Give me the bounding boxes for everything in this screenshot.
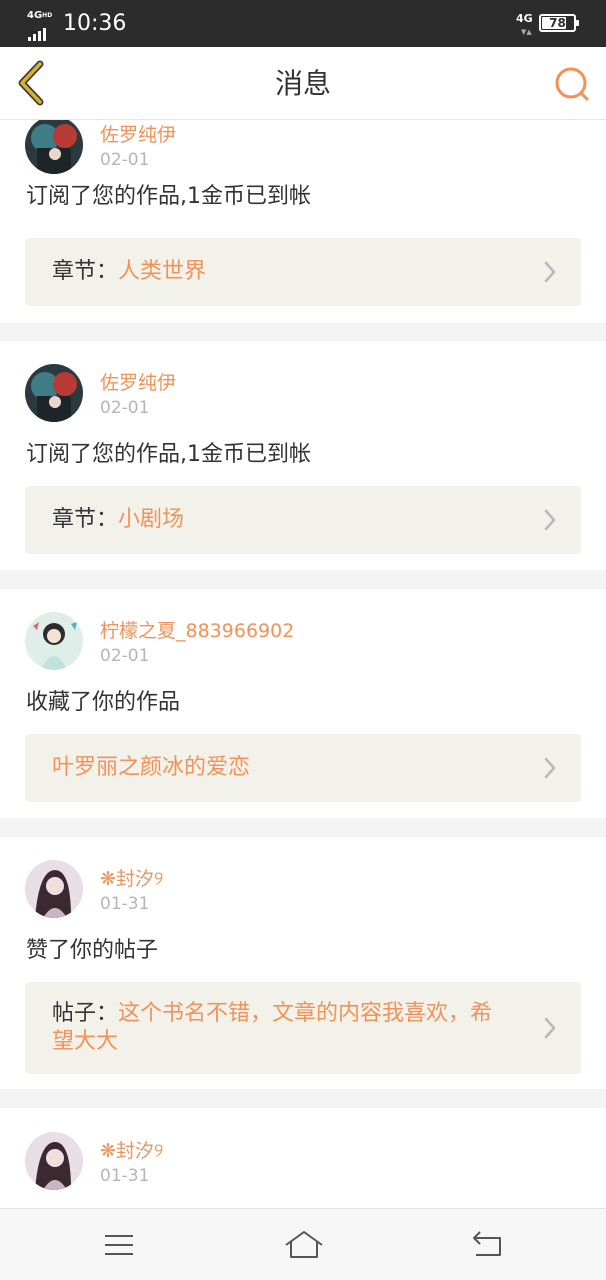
search-icon [555, 67, 589, 101]
message-card: 佐罗纯伊 02-01 订阅了您的作品,1金币已到帐 章节：人类世界 [0, 120, 606, 323]
message-card: ❋封汐୨ 01-31 赞了你的帖子 帖子：这个书名不错，文章的内容我喜欢，希 望… [0, 837, 606, 1089]
return-button[interactable] [470, 1227, 506, 1263]
message-date: 02-01 [100, 150, 150, 170]
home-icon [285, 1231, 323, 1258]
network-hd-badge: HD [42, 12, 53, 19]
reference-item[interactable]: 章节：人类世界 [25, 238, 581, 306]
status-time: 10:36 [63, 11, 127, 36]
chevron-right-icon [544, 1017, 556, 1039]
user-name[interactable]: ❋封汐୨ [100, 1139, 163, 1163]
avatar[interactable] [25, 120, 83, 174]
back-button[interactable] [10, 60, 56, 106]
reference-label: 章节： [52, 259, 119, 284]
battery-icon: 78 [539, 14, 579, 32]
menu-button[interactable] [101, 1227, 137, 1263]
reference-value-line1: 这个书名不错，文章的内容我喜欢，希 [118, 1001, 493, 1026]
message-text: 赞了你的帖子 [26, 938, 159, 963]
reference-item[interactable]: 章节：小剧场 [25, 486, 581, 554]
avatar[interactable] [25, 364, 83, 422]
message-text: 订阅了您的作品,1金币已到帐 [26, 442, 311, 467]
return-icon [473, 1231, 501, 1256]
message-date: 02-01 [100, 646, 150, 666]
message-card: 柠檬之夏_883966902 02-01 收藏了你的作品 叶罗丽之颜冰的爱恋 [0, 589, 606, 818]
nav-bar: 消息 [0, 47, 606, 120]
network-type-right-label: 4G [516, 12, 533, 25]
chevron-right-icon [544, 757, 556, 779]
reference-label: 章节： [52, 507, 119, 532]
message-text: 订阅了您的作品,1金币已到帐 [26, 184, 311, 209]
reference-value: 人类世界 [118, 259, 207, 284]
user-name[interactable]: 佐罗纯伊 [100, 371, 176, 395]
reference-item[interactable]: 叶罗丽之颜冰的爱恋 [25, 734, 581, 802]
system-nav-bar [0, 1208, 606, 1280]
message-card: 佐罗纯伊 02-01 订阅了您的作品,1金币已到帐 章节：小剧场 [0, 341, 606, 570]
page-title: 消息 [274, 67, 331, 100]
network-type-left: 4G [27, 10, 43, 21]
message-text: 收藏了你的作品 [26, 690, 181, 715]
reference-value: 叶罗丽之颜冰的爱恋 [52, 755, 251, 780]
signal-bars-icon [28, 22, 48, 41]
status-bar: 4GHD 10:36 4G ▼▲ 78 [0, 0, 606, 47]
message-date: 01-31 [100, 894, 150, 914]
avatar[interactable] [25, 612, 83, 670]
chevron-right-icon [544, 509, 556, 531]
reference-label: 帖子： [52, 1001, 119, 1026]
user-name[interactable]: ❋封汐୨ [100, 867, 163, 891]
data-arrows-icon: ▼▲ [521, 28, 532, 36]
message-list[interactable]: 佐罗纯伊 02-01 订阅了您的作品,1金币已到帐 章节：人类世界 佐罗纯伊 0… [0, 120, 606, 1208]
message-card: ❋封汐୨ 01-31 [0, 1108, 606, 1208]
reference-item[interactable]: 帖子：这个书名不错，文章的内容我喜欢，希 望大大 [25, 982, 581, 1074]
battery-level: 78 [549, 16, 566, 30]
menu-icon [105, 1235, 133, 1255]
signal-indicator: 4GHD [27, 10, 57, 41]
network-type-right: 4G ▼▲ [516, 12, 533, 37]
user-name[interactable]: 柠檬之夏_883966902 [100, 619, 294, 643]
home-button[interactable] [284, 1227, 324, 1263]
user-name[interactable]: 佐罗纯伊 [100, 123, 176, 147]
chevron-right-icon [544, 261, 556, 283]
reference-value: 小剧场 [118, 507, 185, 532]
avatar[interactable] [25, 860, 83, 918]
message-date: 01-31 [100, 1166, 150, 1186]
search-button[interactable] [550, 63, 592, 105]
chevron-left-icon [18, 60, 44, 106]
avatar[interactable] [25, 1132, 83, 1190]
reference-value-line2: 望大大 [52, 1029, 119, 1054]
message-date: 02-01 [100, 398, 150, 418]
